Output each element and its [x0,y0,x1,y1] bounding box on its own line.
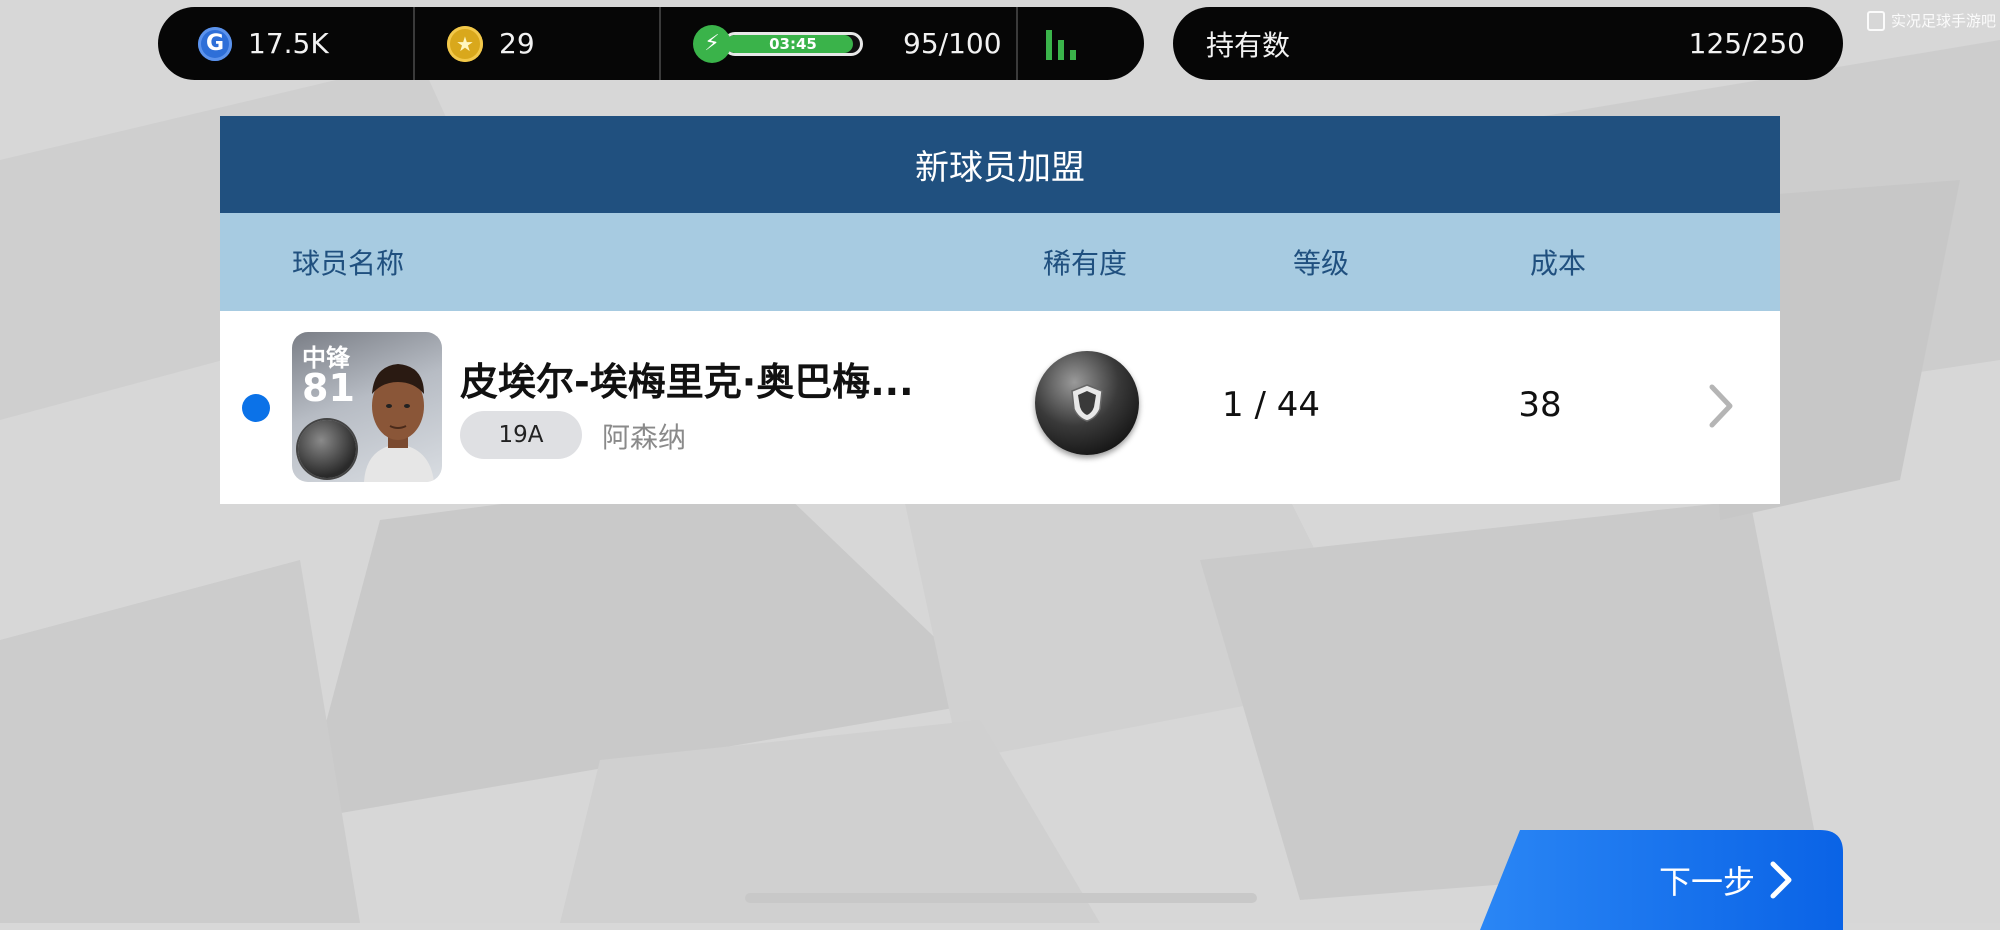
player-portrait [364,364,434,482]
season-badge: 19A [460,411,582,459]
player-cost: 38 [1518,385,1562,425]
table-header: 球员名称 稀有度 等级 成本 [220,213,1780,311]
currency-status-bar: G 17.5K ★ 29 ⚡ 03:45 95/100 [158,7,1144,80]
stamina-bar: 03:45 [723,31,863,56]
home-indicator[interactable] [745,893,1257,903]
connection-status[interactable] [1016,7,1144,80]
watermark-text: 实况足球手游吧 [1890,12,1996,30]
header-cost: 成本 [1530,247,1587,280]
watermark-logo-icon [1866,10,1885,31]
watermark: 实况足球手游吧 [1866,10,1996,31]
stamina-bolt-icon: ⚡ [693,24,731,63]
new-indicator-dot [242,394,270,422]
signal-icon [1046,28,1076,60]
next-step-button[interactable]: 下一步 [1480,830,1843,930]
stamina-counter[interactable]: ⚡ 03:45 95/100 [659,7,1016,80]
next-step-label: 下一步 [1658,863,1755,901]
header-level: 等级 [1293,247,1350,280]
new-player-panel: 新球员加盟 球员名称 稀有度 等级 成本 中锋 81 皮埃尔-埃梅里克·奥巴梅.… [220,116,1780,504]
gp-icon: G [198,26,232,61]
stamina-value: 95/100 [903,27,1002,60]
chevron-right-icon [1770,861,1792,899]
gp-value: 17.5K [248,27,329,60]
coin-icon: ★ [447,25,483,62]
holdings-bar: 持有数 125/250 [1173,7,1843,80]
player-name: 皮埃尔-埃梅里克·奥巴梅... [460,360,914,404]
header-name: 球员名称 [292,247,405,280]
coin-value: 29 [499,27,535,60]
player-row[interactable]: 中锋 81 皮埃尔-埃梅里克·奥巴梅... 19A 阿森纳 1 / 44 38 [220,311,1780,504]
card-rating: 81 [302,366,355,410]
gp-counter[interactable]: G 17.5K [158,7,413,80]
stamina-timer: 03:45 [769,34,817,53]
card-black-ball-icon [298,420,356,478]
holdings-value: 125/250 [1688,27,1805,60]
player-club: 阿森纳 [602,421,687,454]
player-card[interactable]: 中锋 81 [292,332,442,482]
chevron-right-icon[interactable] [1700,381,1740,431]
header-rarity: 稀有度 [1043,247,1128,280]
panel-title: 新球员加盟 [220,116,1780,213]
shield-emblem-icon [1071,384,1103,422]
coin-counter[interactable]: ★ 29 [413,7,659,80]
black-ball-rarity-icon [1035,351,1139,455]
holdings-label: 持有数 [1206,28,1291,62]
player-level: 1 / 44 [1222,385,1320,425]
